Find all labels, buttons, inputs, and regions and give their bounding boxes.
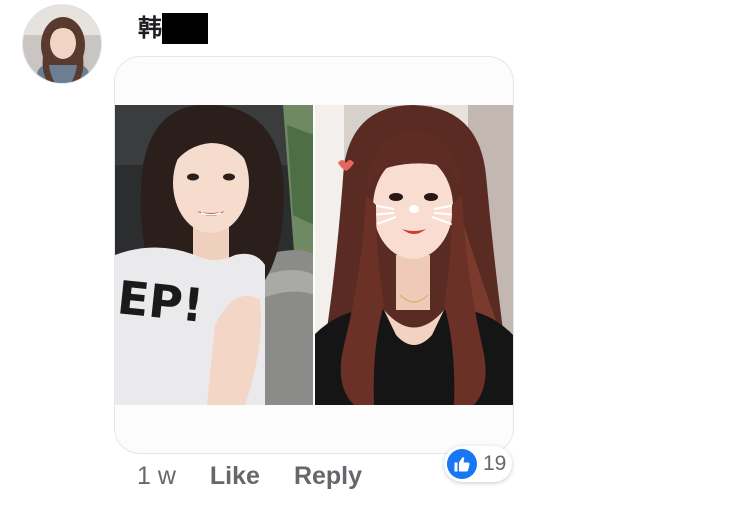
comment-view: 韩 EP! 1 w Like Reply 19 [0,0,747,506]
thumbs-up-glyph [454,457,470,472]
author-name[interactable]: 韩 [138,12,162,44]
left-selfie-photo: EP! [115,105,314,405]
comment-author[interactable]: 韩 [138,12,208,44]
comment-timestamp[interactable]: 1 w [137,462,176,491]
redaction-box [162,12,208,44]
photo-separator [313,105,315,405]
avatar-image [23,5,101,83]
photo-attachment[interactable]: EP! [114,56,514,454]
reply-button[interactable]: Reply [294,462,362,491]
reaction-count-pill[interactable]: 19 [444,446,512,482]
right-selfie-photo [314,105,513,405]
svg-text:EP!: EP! [115,270,206,333]
comment-actions: 1 w Like Reply [137,458,396,494]
thumbs-up-icon [447,449,477,479]
like-button[interactable]: Like [210,462,260,491]
photo-collage[interactable]: EP! [115,105,513,405]
avatar[interactable] [22,4,102,84]
reaction-count: 19 [483,452,507,475]
